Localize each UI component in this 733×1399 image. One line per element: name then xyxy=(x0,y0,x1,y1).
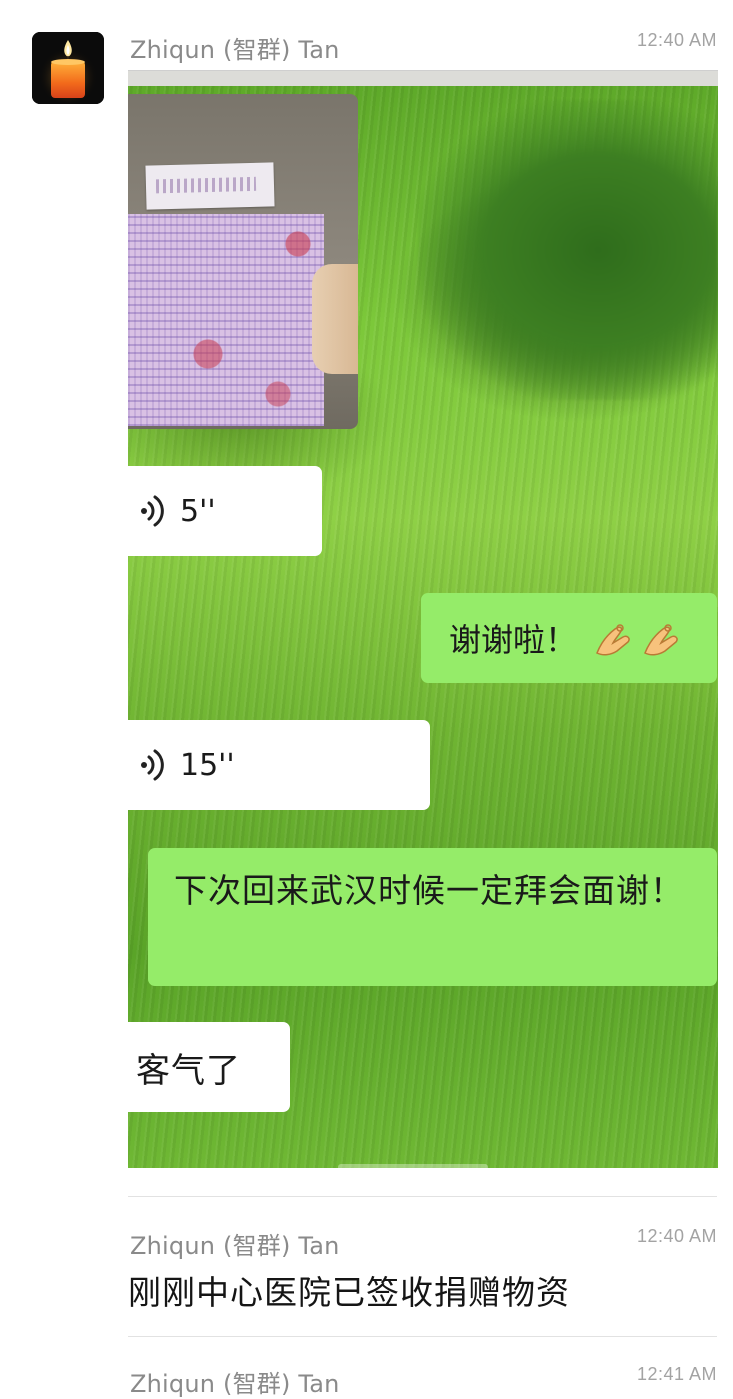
ok-hand-icon xyxy=(593,619,683,657)
voice-message-bubble: 5'' xyxy=(128,466,322,556)
candle-icon xyxy=(32,32,104,104)
voice-wave-icon xyxy=(138,494,166,528)
voice-message-bubble: 15'' xyxy=(128,720,430,810)
next-visit-text: 下次回来武汉时候一定拜会面谢！ xyxy=(174,871,684,910)
sender-name: Zhiqun (智群) Tan xyxy=(130,1370,340,1398)
photo-hand xyxy=(312,264,358,374)
image-top-strip xyxy=(128,70,718,87)
message-timestamp: 12:41 AM xyxy=(636,1364,717,1384)
voice-duration: 5'' xyxy=(180,493,216,529)
message-timestamp: 12:40 AM xyxy=(636,30,717,50)
message-divider xyxy=(128,1196,717,1197)
thanks-text: 谢谢啦！ xyxy=(449,621,578,659)
photo-certificate xyxy=(128,214,324,426)
sender-name: Zhiqun (智群) Tan xyxy=(130,36,340,64)
avatar[interactable] xyxy=(32,32,104,104)
voice-duration: 15'' xyxy=(180,747,235,783)
bush-background xyxy=(418,100,718,400)
message-timestamp: 12:40 AM xyxy=(636,1226,717,1246)
photo-label-card xyxy=(145,162,275,210)
polite-reply-text: 客气了 xyxy=(136,1050,241,1091)
image-scroll-indicator xyxy=(338,1164,488,1168)
polite-reply-bubble: 客气了 xyxy=(128,1022,290,1112)
message-divider xyxy=(128,1336,717,1337)
certificate-photo xyxy=(128,94,358,429)
thanks-bubble: 谢谢啦！ xyxy=(421,593,717,683)
next-visit-bubble: 下次回来武汉时候一定拜会面谢！ xyxy=(148,848,717,986)
voice-wave-icon xyxy=(138,748,166,782)
shared-image[interactable]: 5'' 谢谢啦！ 15'' 下次回来武汉时候一定拜会面谢！ 客气了 xyxy=(128,70,718,1168)
message-text[interactable]: 刚刚中心医院已签收捐赠物资 xyxy=(128,1266,570,1314)
sender-name: Zhiqun (智群) Tan xyxy=(130,1232,340,1260)
